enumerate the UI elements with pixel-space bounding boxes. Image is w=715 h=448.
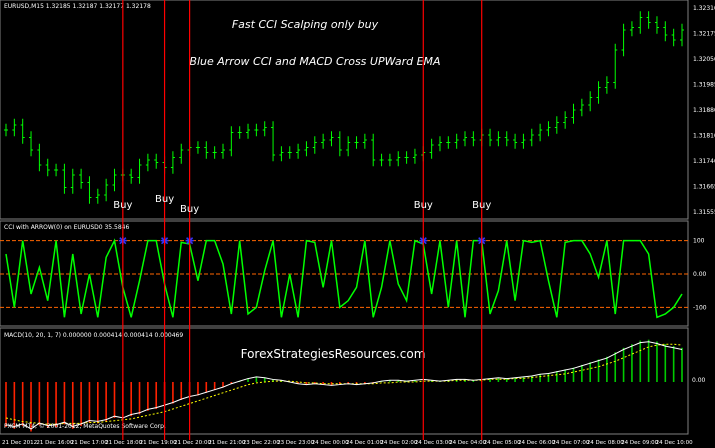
macd-bar [622, 347, 625, 382]
buy-label: Buy [180, 204, 199, 215]
strategy-subtitle: Blue Arrow CCI and MACD Cross UPWard EMA [189, 55, 440, 68]
time-tick-label: 23 Dec 22:00 [243, 440, 280, 446]
price-tick-label: 1.32050 [693, 56, 715, 63]
cci-label: CCI with ARROW(0) on EURUSD0 35.5846 [4, 224, 129, 231]
macd-bar [564, 369, 566, 382]
macd-zero-label: 0.00 [692, 377, 706, 384]
macd-bar [55, 382, 57, 427]
buy-label: Buy [155, 194, 174, 205]
macd-bar [547, 373, 550, 382]
cci-tick-label: -100 [693, 304, 707, 311]
macd-bar [539, 373, 541, 382]
macd-bar [113, 382, 116, 418]
macd-bar [664, 344, 667, 382]
macd-bar [21, 382, 24, 427]
price-tick-label: 1.32310 [693, 5, 715, 12]
macd-bar [681, 347, 683, 382]
time-tick-label: 24 Dec 01:00 [346, 440, 383, 446]
time-tick-label: 21 Dec 20:00 [174, 440, 211, 446]
macd-bar [155, 382, 158, 409]
macd-bar [572, 367, 575, 382]
time-tick-label: 21 Dec 17:00 [71, 440, 108, 446]
macd-bar [647, 339, 650, 382]
macd-bar [606, 356, 608, 382]
price-candles [4, 11, 684, 204]
time-tick-label: 24 Dec 03:00 [415, 440, 452, 446]
copyright: FXCM MT4, © 2001-2012, MetaQuotes Softwa… [4, 423, 166, 430]
time-tick-label: 21 Dec 16:00 [36, 440, 73, 446]
macd-bar [197, 382, 199, 396]
cci-scale: 100 0.00 -100 [693, 238, 707, 312]
macd-bar [13, 382, 16, 429]
cci-line [5, 238, 683, 319]
price-tick-label: 1.31880 [693, 107, 715, 114]
macd-bar [581, 364, 583, 382]
macd-bar [130, 382, 132, 417]
price-scale: 1.32310 1.32175 1.32050 1.31985 1.31880 1.318… [693, 5, 715, 216]
time-tick-label: 24 Dec 02:00 [380, 440, 417, 446]
buy-label: Buy [472, 200, 491, 211]
price-tick-label: 1.31740 [693, 158, 715, 165]
macd-bar [172, 382, 174, 404]
time-tick-label: 24 Dec 04:00 [449, 440, 486, 446]
macd-bar [147, 382, 149, 411]
macd-bar [597, 359, 600, 382]
macd-bar [614, 352, 617, 382]
macd-bar [138, 382, 141, 415]
macd-panel[interactable]: MACD(10, 20, 1, 7) 0.000000 0.000414 0.0… [0, 327, 706, 435]
time-tick-label: 24 Dec 06:00 [518, 440, 555, 446]
macd-bar [97, 382, 99, 424]
buy-label: Buy [113, 200, 132, 211]
macd-bar [88, 382, 91, 423]
macd-bar [5, 382, 7, 427]
macd-bar [80, 382, 82, 427]
time-tick-label: 21 Dec 19:00 [140, 440, 177, 446]
macd-bar [105, 382, 107, 422]
macd-bar [672, 346, 675, 382]
macd-bar [589, 362, 591, 382]
price-tick-label: 1.31555 [693, 209, 715, 216]
time-tick-label: 24 Dec 09:00 [621, 440, 658, 446]
macd-bar [38, 382, 41, 426]
price-tick-label: 1.31810 [693, 133, 715, 140]
macd-bar [63, 382, 66, 425]
price-panel[interactable]: EURUSD,M15 1.32185 1.32187 1.32177 1.321… [0, 0, 715, 220]
macd-panel-border [0, 327, 689, 435]
time-tick-label: 21 Dec 2012 [2, 440, 37, 446]
cci-panel[interactable]: CCI with ARROW(0) on EURUSD0 35.5846 100… [0, 220, 707, 327]
time-tick-label: 23 Dec 23:00 [277, 440, 314, 446]
cci-tick-label: 0.00 [693, 271, 707, 278]
macd-bar [656, 341, 658, 382]
macd-bar [639, 340, 642, 382]
macd-bar [46, 382, 49, 428]
buy-label: Buy [414, 200, 433, 211]
macd-bar [530, 375, 533, 382]
price-tick-label: 1.31985 [693, 82, 715, 89]
time-axis: 21 Dec 2012 21 Dec 16:0021 Dec 17:0021 De… [2, 440, 693, 446]
macd-bar [631, 344, 633, 382]
chart-canvas[interactable]: EURUSD,M15 1.32185 1.32187 1.32177 1.321… [0, 0, 715, 448]
time-tick-label: 21 Dec 18:00 [105, 440, 142, 446]
macd-label: MACD(10, 20, 1, 7) 0.000000 0.000414 0.0… [4, 332, 183, 339]
watermark: ForexStrategiesResources.com [241, 347, 426, 361]
time-tick-label: 24 Dec 10:00 [656, 440, 693, 446]
price-tick-label: 1.32175 [693, 31, 715, 38]
time-tick-label: 21 Dec 21:00 [208, 440, 245, 446]
macd-bar [556, 371, 558, 382]
macd-bar [71, 382, 74, 429]
symbol-info: EURUSD,M15 1.32185 1.32187 1.32177 1.321… [4, 3, 151, 10]
strategy-title: Fast CCI Scalping only buy [232, 18, 379, 31]
macd-bar [213, 382, 216, 391]
time-tick-label: 24 Dec 08:00 [587, 440, 624, 446]
time-tick-label: 24 Dec 07:00 [552, 440, 589, 446]
macd-bar [205, 382, 208, 393]
macd-bar [180, 382, 183, 400]
price-panel-border [0, 0, 689, 220]
price-tick-label: 1.31665 [693, 184, 715, 191]
cci-tick-label: 100 [693, 238, 705, 245]
time-tick-label: 24 Dec 05:00 [484, 440, 521, 446]
time-tick-label: 24 Dec 00:00 [312, 440, 349, 446]
